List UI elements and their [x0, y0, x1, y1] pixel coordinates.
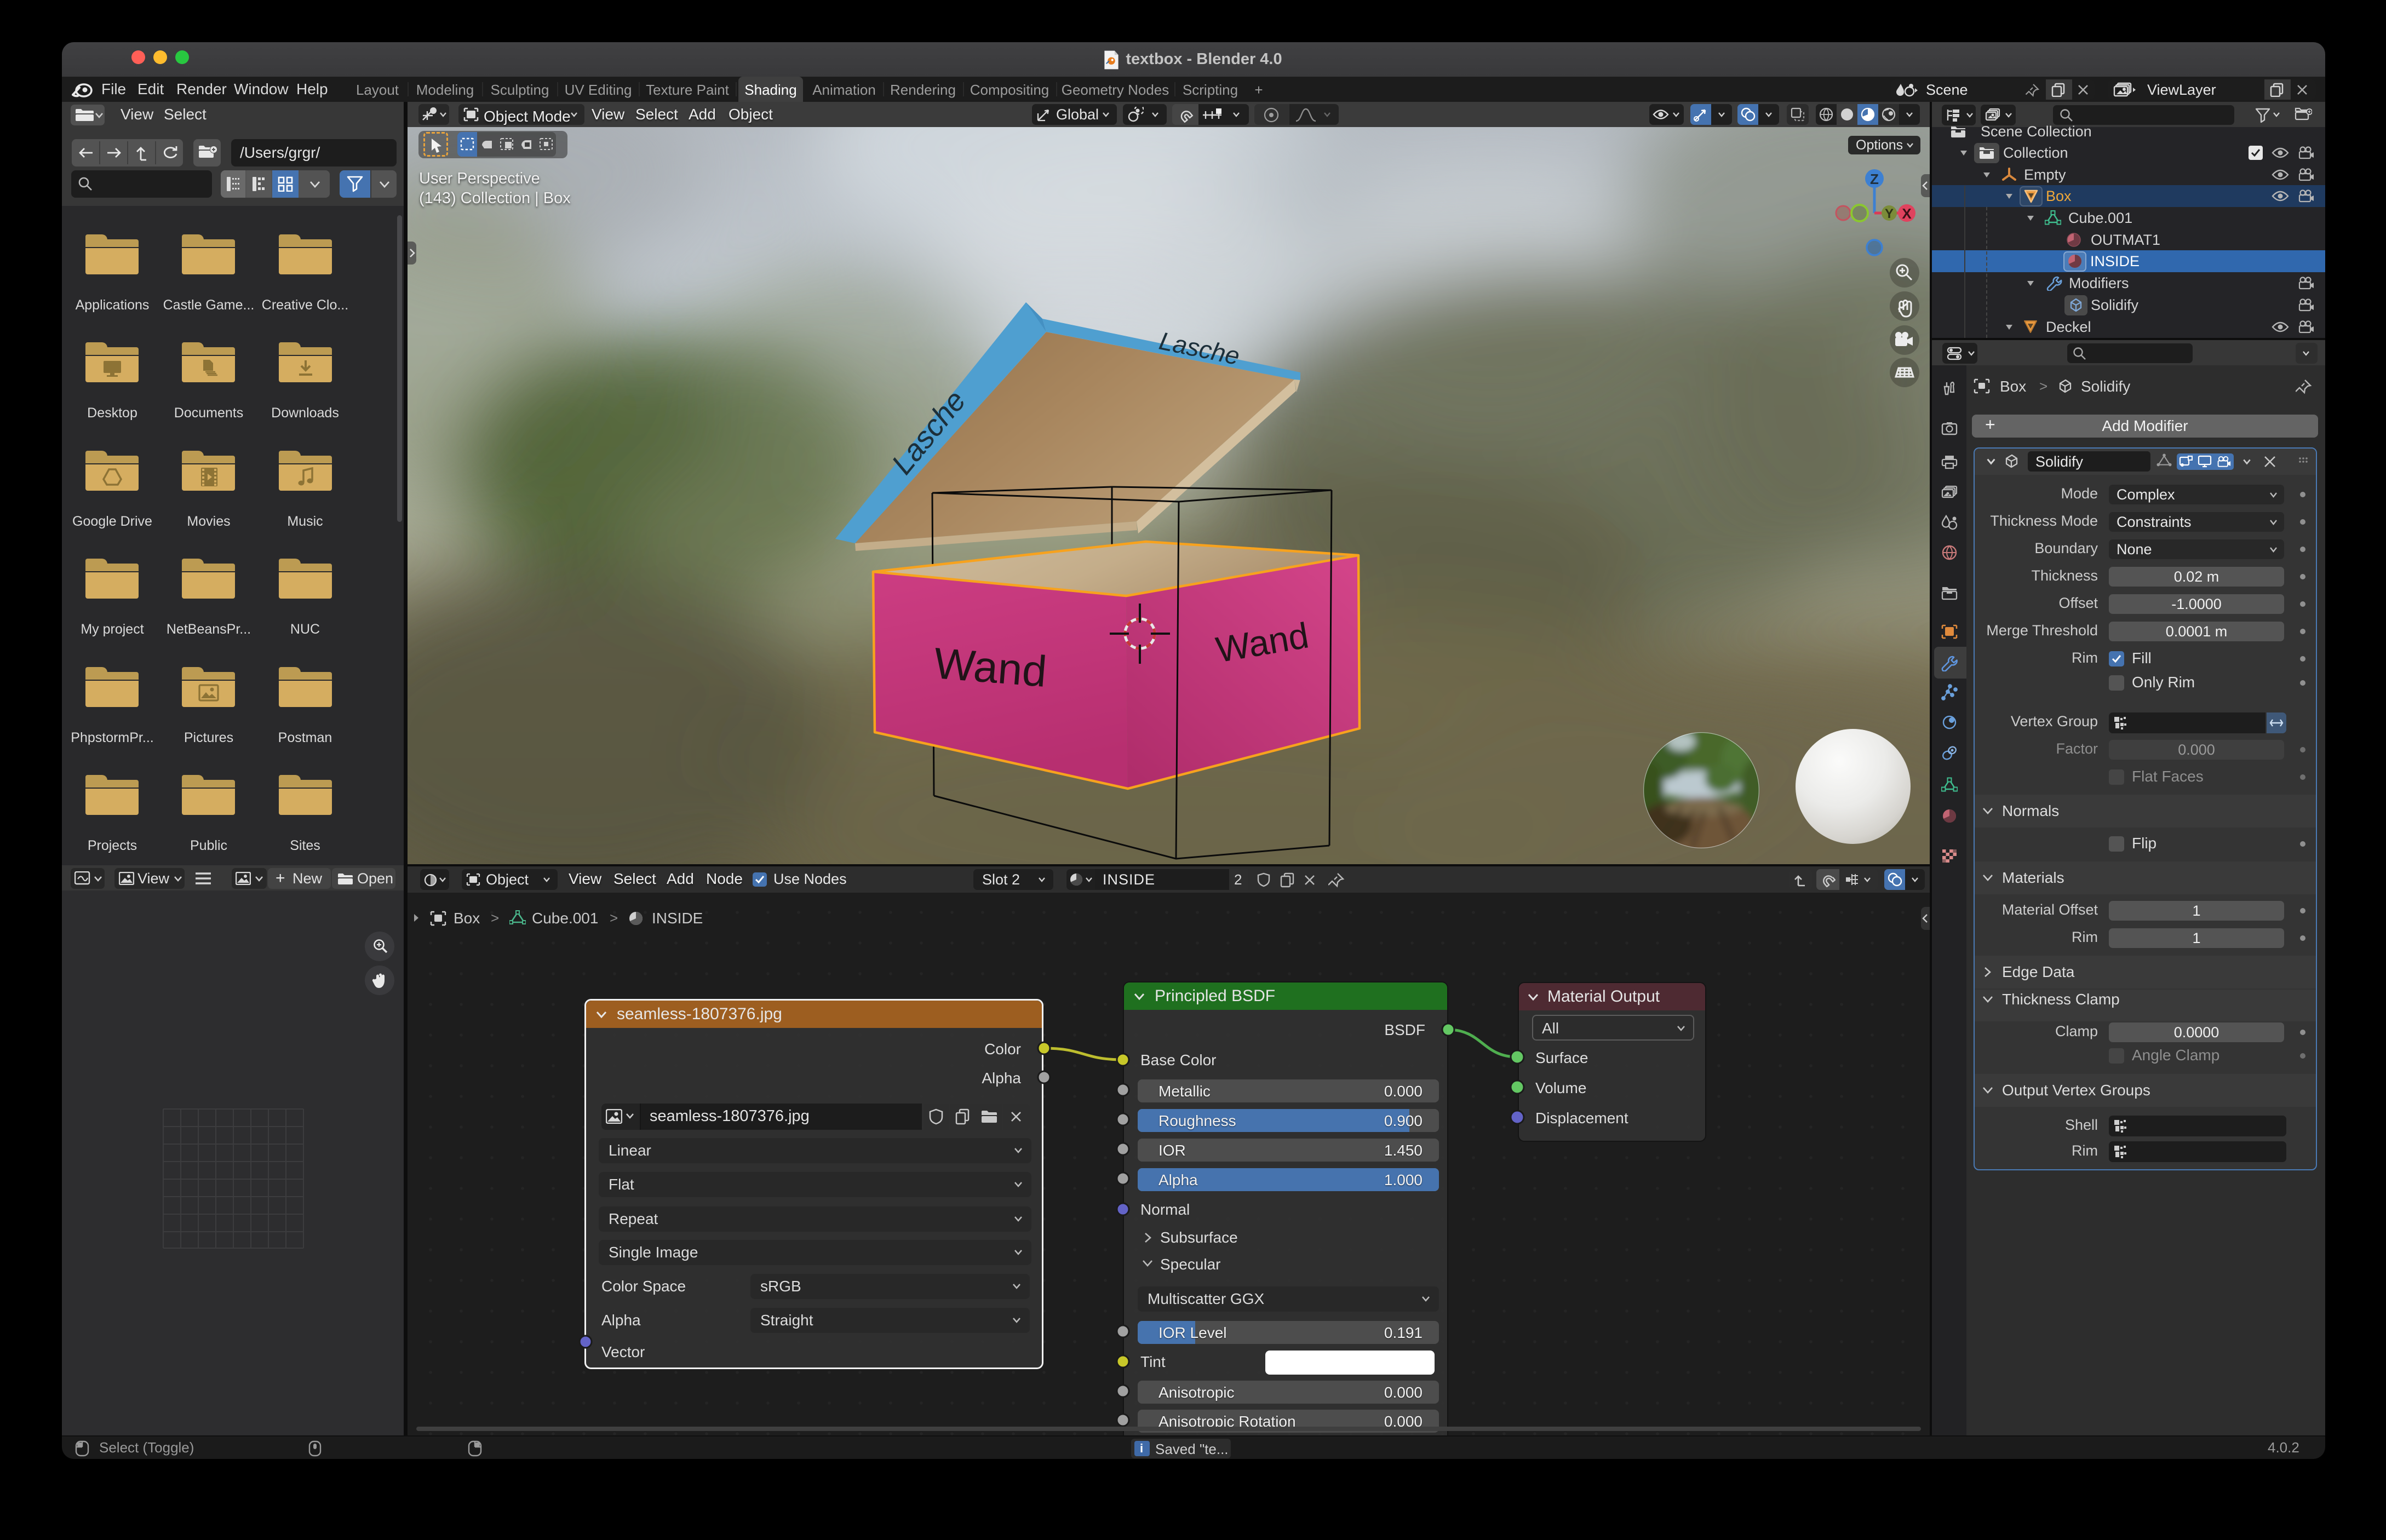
- svg-text:Wand: Wand: [932, 639, 1048, 696]
- svg-text:X: X: [1902, 205, 1912, 222]
- svg-text:Z: Z: [1870, 171, 1879, 187]
- svg-text:Y: Y: [1885, 206, 1894, 221]
